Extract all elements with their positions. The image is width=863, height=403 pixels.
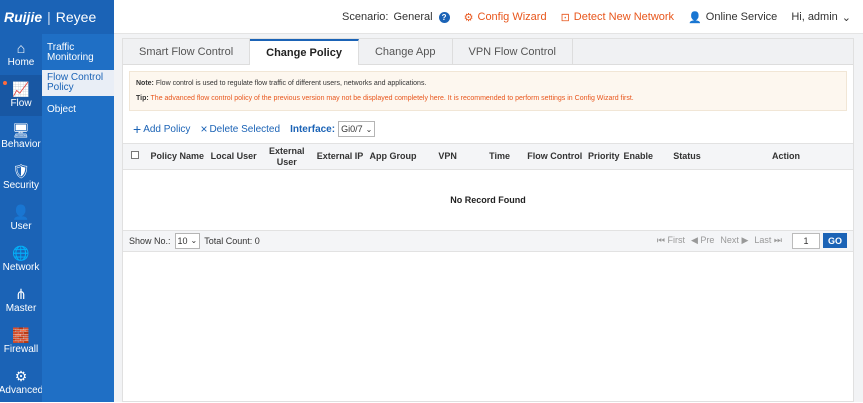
note-line: Note: Flow control is used to regulate f… (136, 80, 427, 87)
interface-label: Interface: (290, 123, 336, 135)
toolbar: + Add Policy × Delete Selected Interface… (123, 117, 853, 141)
select-all-checkbox[interactable] (131, 151, 139, 159)
empty-row: No Record Found (123, 170, 853, 230)
logo-ruijie: Ruijie (4, 9, 43, 25)
policy-table: Policy Name Local User External User Ext… (123, 143, 853, 230)
brand-logo: Ruijie | Reyee (0, 0, 114, 34)
chevron-down-icon: ⌄ (841, 11, 851, 24)
col-priority: Priority (585, 143, 622, 170)
col-local-user: Local User (207, 143, 260, 170)
col-policy-name: Policy Name (147, 143, 208, 170)
chevron-down-icon: ⌄ (365, 124, 373, 134)
user-menu[interactable]: Hi, admin ⌄ (791, 11, 855, 24)
pagination-bar: Show No.: 10 ⌄ Total Count: 0 ⏮ First ◀ … (123, 229, 853, 252)
top-bar: Ruijie | Reyee Scenario: General ? ⚙ Con… (0, 0, 863, 34)
tab-bar: Smart Flow Control Change Policy Change … (123, 39, 853, 65)
hierarchy-icon: ⋔ (15, 286, 27, 302)
main-sidebar: ⌂ Home 📈 Flow 🖥 Behavior 🛡 Security 👤 Us… (0, 34, 43, 403)
col-external-user: External User (259, 143, 314, 170)
interface-select[interactable]: Gi0/7 ⌄ (338, 121, 376, 137)
col-external-ip: External IP (313, 143, 367, 170)
first-page-button[interactable]: ⏮ First (657, 235, 685, 246)
col-time: Time (475, 143, 524, 170)
detect-icon: ⊡ (560, 11, 570, 24)
logo-reyee: Reyee (55, 9, 97, 25)
sidebar-item-home[interactable]: ⌂ Home (0, 34, 42, 75)
tip-line: Tip: The advanced flow control policy of… (136, 95, 634, 102)
page-number-input[interactable]: 1 (791, 232, 820, 249)
close-icon: × (200, 122, 208, 136)
gear-icon: ⚙ (14, 368, 28, 384)
tab-smart-flow-control[interactable]: Smart Flow Control (123, 39, 251, 64)
logo-separator: | (47, 9, 51, 25)
sidebar-item-advanced[interactable]: ⚙ Advanced (0, 362, 43, 403)
delete-selected-button[interactable]: × Delete Selected (200, 122, 280, 136)
total-count: Total Count: 0 (204, 235, 260, 246)
main-content: Smart Flow Control Change Policy Change … (114, 34, 863, 402)
sidebar-item-master[interactable]: ⋔ Master (0, 280, 42, 321)
globe-icon: 🌐 (12, 245, 30, 261)
scenario-selector[interactable]: Scenario: General ? (342, 11, 450, 23)
page-size-select[interactable]: 10 ⌄ (174, 232, 201, 249)
go-button[interactable]: GO (822, 233, 847, 248)
sidebar-item-firewall[interactable]: 🧱 Firewall (0, 321, 42, 362)
col-vpn: VPN (419, 143, 476, 170)
select-all-cell (123, 143, 147, 170)
sidebar-item-behavior[interactable]: 🖥 Behavior (0, 116, 42, 157)
online-service-link[interactable]: 👤 Online Service (688, 11, 777, 24)
monitor-icon: 🖥 (12, 122, 30, 138)
user-icon: 👤 (12, 204, 30, 220)
last-page-button[interactable]: Last ⏭ (754, 235, 782, 246)
chevron-down-icon: ⌄ (190, 236, 198, 245)
next-page-button[interactable]: Next ▶ (720, 235, 748, 246)
add-policy-button[interactable]: + Add Policy (133, 121, 190, 137)
notification-dot (3, 81, 7, 85)
empty-message: No Record Found (450, 194, 526, 205)
subnav-traffic-monitoring[interactable]: Traffic Monitoring (42, 40, 114, 66)
home-icon: ⌂ (16, 40, 26, 56)
subnav-object[interactable]: Object (42, 102, 114, 118)
wizard-icon: ⚙ (463, 11, 474, 24)
col-app-group: App Group (366, 143, 420, 170)
shield-icon: 🛡 (12, 163, 30, 179)
col-enable: Enable (621, 143, 655, 170)
help-icon[interactable]: ? (438, 11, 450, 23)
col-status: Status (655, 143, 719, 170)
chart-icon: 📈 (12, 81, 30, 97)
plus-icon: + (133, 121, 142, 137)
config-wizard-link[interactable]: ⚙ Config Wizard (464, 11, 547, 24)
table-header-row: Policy Name Local User External User Ext… (123, 143, 853, 170)
prev-page-button[interactable]: ◀ Pre (691, 235, 714, 246)
subnav-flow-control-policy[interactable]: Flow Control Policy (42, 70, 114, 96)
sidebar-item-user[interactable]: 👤 User (0, 198, 42, 239)
detect-network-link[interactable]: ⊡ Detect New Network (561, 11, 674, 24)
tab-vpn-flow-control[interactable]: VPN Flow Control (453, 39, 573, 64)
service-icon: 👤 (688, 11, 702, 24)
sidebar-item-security[interactable]: 🛡 Security (0, 157, 42, 198)
content-panel: Smart Flow Control Change Policy Change … (122, 38, 854, 402)
col-action: Action (719, 143, 853, 170)
tab-change-app[interactable]: Change App (359, 39, 453, 64)
sidebar-item-flow[interactable]: 📈 Flow (0, 75, 42, 116)
firewall-icon: 🧱 (12, 327, 30, 343)
notice-box: Note: Flow control is used to regulate f… (129, 71, 847, 111)
sub-navigation: Traffic Monitoring Flow Control Policy O… (42, 34, 114, 402)
tab-change-policy[interactable]: Change Policy (250, 39, 359, 65)
col-flow-control: Flow Control (523, 143, 586, 170)
sidebar-item-network[interactable]: 🌐 Network (0, 239, 42, 280)
